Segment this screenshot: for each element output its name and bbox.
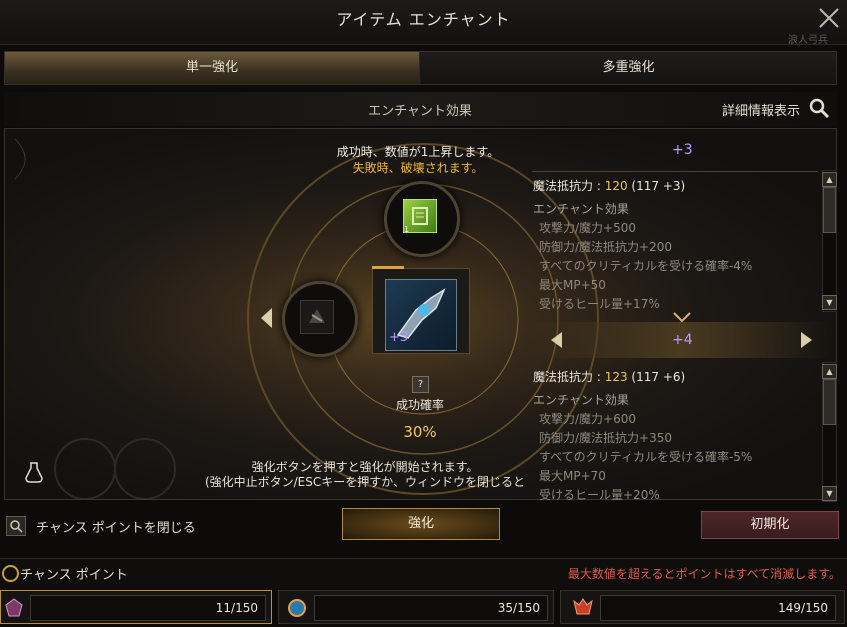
coin-icon xyxy=(2,565,19,582)
point-value-1: 11/150 xyxy=(30,595,266,621)
close-chance-toggle[interactable] xyxy=(6,516,26,536)
detail-info-link[interactable]: 詳細情報表示 xyxy=(722,100,800,119)
current-effect-item: 最大MP+50 xyxy=(539,278,606,292)
point-value-3: 149/150 xyxy=(600,595,836,621)
scroll-thumb[interactable] xyxy=(823,379,836,425)
tab-single-enchant[interactable]: 単一強化 xyxy=(5,52,420,84)
protection-item-icon[interactable] xyxy=(300,300,334,334)
current-stat-detail: (117 +3) xyxy=(631,179,686,193)
orb-icon xyxy=(287,598,307,622)
hint-line-2: (強化中止ボタン/ESCキーを押すか、ウィンドウを閉じると xyxy=(204,475,526,489)
scroll-down-icon[interactable]: ▼ xyxy=(822,486,837,501)
close-icon[interactable] xyxy=(815,4,843,32)
current-effect-item: 受けるヒール量+17% xyxy=(539,297,660,311)
next-effect-item: 受けるヒール量+20% xyxy=(539,488,660,502)
enchant-button[interactable]: 強化 xyxy=(342,508,500,540)
current-effect-item: すべてのクリティカルを受ける確率-4% xyxy=(539,259,753,273)
success-rate-label: 成功確率 xyxy=(395,398,444,412)
scroll-up-icon[interactable]: ▲ xyxy=(822,172,837,187)
next-stat-detail: (117 +6) xyxy=(631,370,686,384)
prev-level-icon[interactable] xyxy=(548,330,564,354)
scroll-down-icon[interactable]: ▼ xyxy=(822,295,837,310)
next-effect-item: 最大MP+70 xyxy=(539,469,606,483)
crest-icon xyxy=(572,597,594,621)
current-effect-item: 防御力/魔法抵抗力+200 xyxy=(539,240,673,254)
current-level: +3 xyxy=(672,142,693,158)
next-effect-title: エンチャント効果 xyxy=(533,393,629,407)
watermark-text: 浪人弓兵 xyxy=(788,35,828,46)
hint-text: 強化ボタンを押すと強化が開始されます。 (強化中止ボタン/ESCキーを押すか、ウ… xyxy=(180,460,550,490)
item-accent xyxy=(372,266,404,269)
current-effect-item: 攻撃力/魔力+500 xyxy=(539,221,637,235)
gem-icon xyxy=(5,598,23,622)
next-level-icon[interactable] xyxy=(799,330,815,354)
next-stat-label: 魔法抵抗力 : xyxy=(533,370,605,384)
success-rate-value: 30% xyxy=(403,423,437,441)
effects-title: エンチャント効果 xyxy=(368,104,472,119)
item-level: +3 xyxy=(389,330,409,345)
close-chance-label[interactable]: チャンス ポイントを閉じる xyxy=(36,517,196,536)
current-stat: 魔法抵抗力 : 120 (117 +3) xyxy=(533,177,685,194)
success-message: 成功時、数値が1上昇します。 xyxy=(336,145,500,159)
scroll-thumb[interactable] xyxy=(823,187,836,233)
scroll-up-icon[interactable]: ▲ xyxy=(822,364,837,379)
reset-button[interactable]: 初期化 xyxy=(701,511,839,539)
next-stat: 魔法抵抗力 : 123 (117 +6) xyxy=(533,368,685,385)
current-stat-label: 魔法抵抗力 : xyxy=(533,179,605,193)
window-title: アイテム エンチャント xyxy=(336,10,511,29)
help-icon[interactable]: ? xyxy=(412,376,429,393)
overflow-warning: 最大数値を超えるとポイントはすべて消滅します。 xyxy=(567,567,841,581)
next-effect-item: 攻撃力/魔力+600 xyxy=(539,412,637,426)
point-value-2: 35/150 xyxy=(314,595,548,621)
potion-icon xyxy=(22,460,46,488)
material-count: 1 xyxy=(404,225,410,234)
tab-multi-enchant[interactable]: 多重強化 xyxy=(421,52,836,84)
divider xyxy=(532,171,818,172)
next-stat-value: 123 xyxy=(604,370,628,384)
hint-line-1: 強化ボタンを押すと強化が開始されます。 xyxy=(251,460,479,474)
chance-point-label: チャンス ポイント xyxy=(20,568,128,583)
current-stat-value: 120 xyxy=(604,179,628,193)
next-level: +4 xyxy=(672,332,693,348)
current-effects-list: 攻撃力/魔力+500 防御力/魔法抵抗力+200 すべてのクリティカルを受ける確… xyxy=(539,219,752,314)
next-effect-item: 防御力/魔法抵抗力+350 xyxy=(539,431,673,445)
next-effect-item: すべてのクリティカルを受ける確率-5% xyxy=(539,450,753,464)
fail-message: 失敗時、破壊されます。 xyxy=(352,161,484,175)
magnifier-icon[interactable] xyxy=(808,97,830,119)
current-effect-title: エンチャント効果 xyxy=(533,202,629,216)
arrow-left-icon[interactable] xyxy=(258,306,274,334)
chevron-down-icon xyxy=(672,310,692,329)
next-effects-list: 攻撃力/魔力+600 防御力/魔法抵抗力+350 すべてのクリティカルを受ける確… xyxy=(539,410,752,505)
